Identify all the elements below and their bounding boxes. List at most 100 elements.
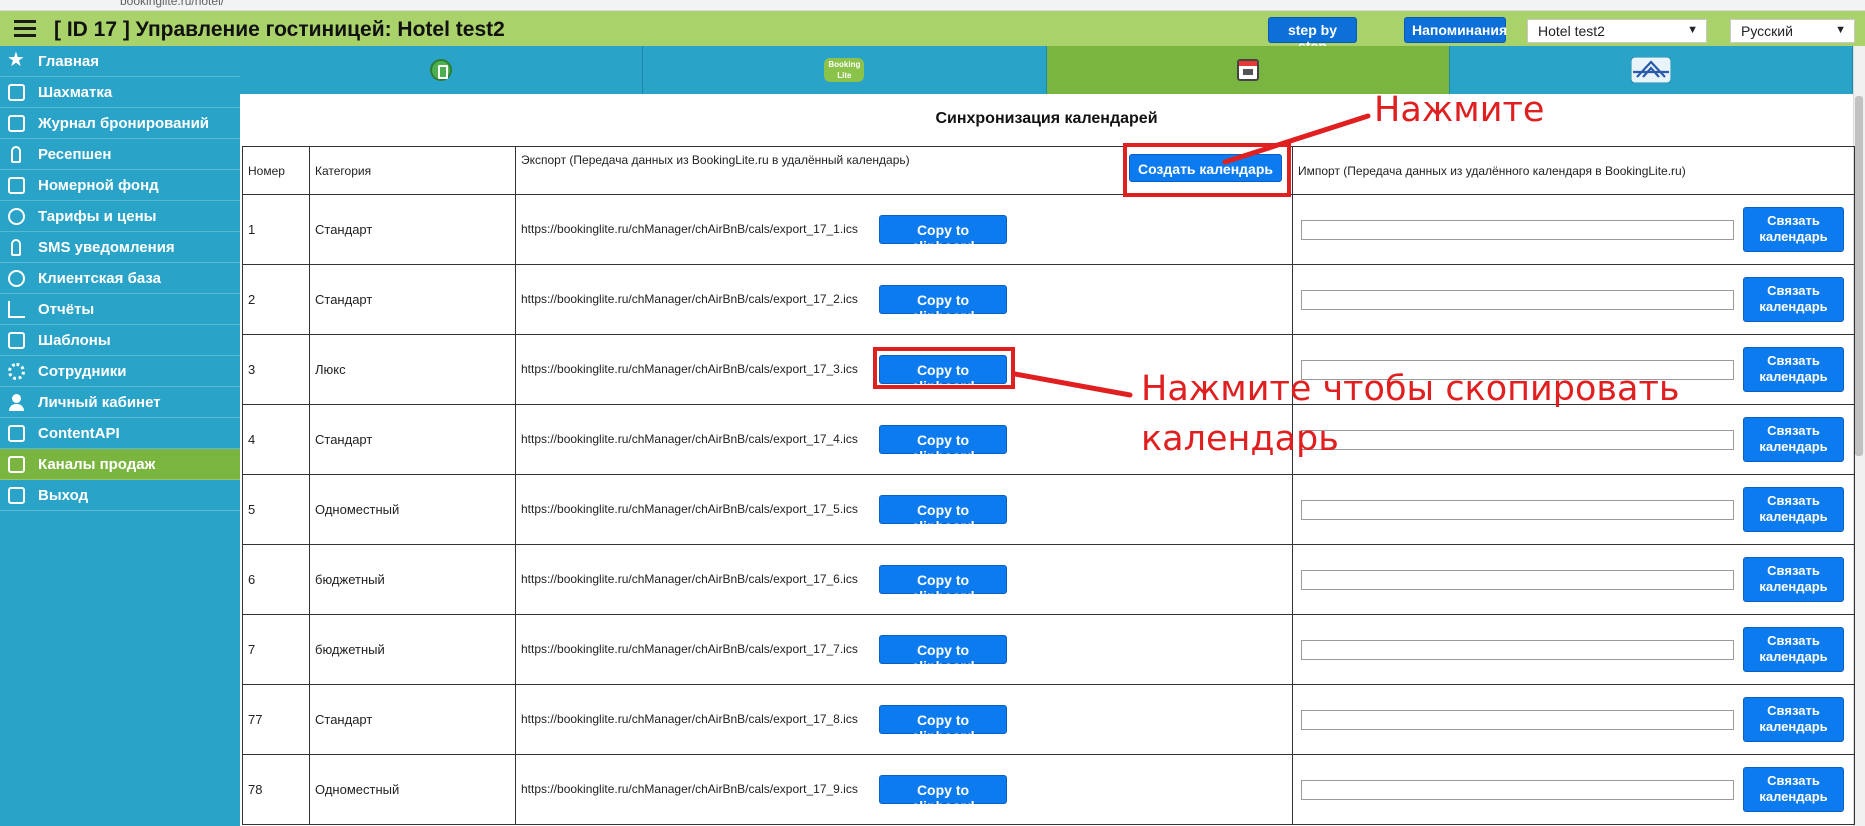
row-category: Одноместный bbox=[309, 754, 516, 825]
page-title: [ ID 17 ] Управление гостиницей: Hotel t… bbox=[54, 18, 505, 41]
import-url-input[interactable] bbox=[1301, 780, 1734, 800]
sidebar-item-channels[interactable]: Каналы продаж bbox=[0, 449, 240, 480]
sidebar-item-label: Шаблоны bbox=[38, 331, 111, 349]
export-url: https://bookinglite.ru/chManager/chAirBn… bbox=[521, 222, 858, 236]
sidebar-item-home[interactable]: Главная bbox=[0, 46, 240, 77]
copy-to-clipboard-button[interactable]: Copy to clipboard bbox=[879, 705, 1007, 744]
import-url-input[interactable] bbox=[1301, 570, 1734, 590]
menu-icon[interactable] bbox=[14, 20, 36, 38]
export-url: https://bookinglite.ru/chManager/chAirBn… bbox=[521, 432, 858, 446]
annotation-copy-line-1: Нажмите чтобы скопировать bbox=[1141, 369, 1680, 409]
import-url-input[interactable] bbox=[1301, 710, 1734, 730]
copy-to-clipboard-button[interactable]: Copy to clipboard bbox=[879, 425, 1007, 464]
row-number: 5 bbox=[242, 474, 310, 545]
link-calendar-button[interactable]: Связать календарь bbox=[1743, 277, 1844, 322]
tab-airbnb[interactable] bbox=[1449, 46, 1853, 94]
copy-to-clipboard-button[interactable]: Copy to clipboard bbox=[879, 635, 1007, 674]
reminders-button[interactable]: Напоминания bbox=[1404, 17, 1507, 43]
import-cell: Связать календарь bbox=[1292, 194, 1855, 265]
sidebar-item-label: Личный кабинет bbox=[38, 393, 161, 411]
link-calendar-button[interactable]: Связать календарь bbox=[1743, 347, 1844, 392]
row-category: Одноместный bbox=[309, 474, 516, 545]
link-calendar-button[interactable]: Связать календарь bbox=[1743, 487, 1844, 532]
sidebar-item-bookings[interactable]: Журнал бронирований bbox=[0, 108, 240, 139]
sidebar-item-templates[interactable]: Шаблоны bbox=[0, 325, 240, 356]
channel-tabs: Booking Lite bbox=[240, 46, 1853, 94]
row-category: Стандарт bbox=[309, 264, 516, 335]
sidebar-item-rooms[interactable]: Номерной фонд bbox=[0, 170, 240, 201]
annotation-press-label: Нажмите bbox=[1374, 90, 1545, 130]
link-calendar-button[interactable]: Связать календарь bbox=[1743, 627, 1844, 672]
export-cell: https://bookinglite.ru/chManager/chAirBn… bbox=[515, 474, 1293, 545]
chart-icon bbox=[8, 301, 25, 318]
sidebar-item-label: Сотрудники bbox=[38, 362, 127, 380]
import-url-input[interactable] bbox=[1301, 220, 1734, 240]
sidebar-item-reports[interactable]: Отчёты bbox=[0, 294, 240, 325]
table-row: 78 Одноместный https://bookinglite.ru/ch… bbox=[242, 754, 1855, 825]
copy-to-clipboard-button[interactable]: Copy to clipboard bbox=[879, 495, 1007, 534]
exit-icon bbox=[8, 487, 25, 504]
export-cell: https://bookinglite.ru/chManager/chAirBn… bbox=[515, 754, 1293, 825]
hotel-select[interactable]: Hotel test2 ▼ bbox=[1527, 19, 1707, 43]
sidebar-item-label: Отчёты bbox=[38, 300, 95, 318]
column-header-import: Импорт (Передача данных из удалённого ка… bbox=[1292, 146, 1855, 195]
phone-icon bbox=[11, 239, 21, 256]
link-calendar-button[interactable]: Связать календарь bbox=[1743, 207, 1844, 252]
sidebar-item-account[interactable]: Личный кабинет bbox=[0, 387, 240, 418]
export-url: https://bookinglite.ru/chManager/chAirBn… bbox=[521, 712, 858, 726]
import-url-input[interactable] bbox=[1301, 500, 1734, 520]
table-header-row: Номер Категория Экспорт (Передача данных… bbox=[242, 146, 1855, 195]
person-icon bbox=[8, 394, 25, 411]
annotation-copy-label: Нажмите чтобы скопировать календарь bbox=[1141, 364, 1679, 464]
browser-url[interactable]: bookinglite.ru/hotel/ bbox=[120, 0, 224, 8]
sidebar-item-label: Каналы продаж bbox=[38, 455, 156, 473]
sidebar-item-label: Клиентская база bbox=[38, 269, 161, 287]
export-url: https://bookinglite.ru/chManager/chAirBn… bbox=[521, 782, 858, 796]
table-row: 77 Стандарт https://bookinglite.ru/chMan… bbox=[242, 684, 1855, 755]
template-icon bbox=[8, 332, 25, 349]
sidebar-item-rates[interactable]: Тарифы и цены bbox=[0, 201, 240, 232]
tab-calendar[interactable] bbox=[1046, 46, 1450, 94]
row-number: 78 bbox=[242, 754, 310, 825]
annotation-highlight-create bbox=[1123, 143, 1291, 197]
link-calendar-button[interactable]: Связать календарь bbox=[1743, 697, 1844, 742]
import-cell: Связать календарь bbox=[1292, 684, 1855, 755]
copy-to-clipboard-button[interactable]: Copy to clipboard bbox=[879, 215, 1007, 254]
sidebar-item-label: Тарифы и цены bbox=[38, 207, 157, 225]
sidebar-item-chess[interactable]: Шахматка bbox=[0, 77, 240, 108]
export-cell: https://bookinglite.ru/chManager/chAirBn… bbox=[515, 614, 1293, 685]
table-row: 5 Одноместный https://bookinglite.ru/chM… bbox=[242, 474, 1855, 545]
table-row: 7 бюджетный https://bookinglite.ru/chMan… bbox=[242, 614, 1855, 685]
link-calendar-button[interactable]: Связать календарь bbox=[1743, 557, 1844, 602]
sidebar-item-label: Главная bbox=[38, 52, 100, 70]
copy-to-clipboard-button[interactable]: Copy to clipboard bbox=[879, 775, 1007, 814]
column-header-number: Номер bbox=[242, 146, 310, 195]
language-select[interactable]: Русский ▼ bbox=[1730, 19, 1855, 43]
sidebar-item-clients[interactable]: Клиентская база bbox=[0, 263, 240, 294]
copy-to-clipboard-button[interactable]: Copy to clipboard bbox=[879, 285, 1007, 324]
dropdown-arrow-icon: ▼ bbox=[1687, 24, 1698, 36]
link-calendar-button[interactable]: Связать календарь bbox=[1743, 417, 1844, 462]
reception-icon bbox=[11, 146, 21, 163]
step-by-step-button[interactable]: step by step bbox=[1268, 17, 1357, 54]
import-url-input[interactable] bbox=[1301, 290, 1734, 310]
sidebar-item-reception[interactable]: Ресепшен bbox=[0, 139, 240, 170]
import-url-input[interactable] bbox=[1301, 640, 1734, 660]
link-calendar-button[interactable]: Связать календарь bbox=[1743, 767, 1844, 812]
scrollbar-thumb[interactable] bbox=[1855, 96, 1863, 456]
sidebar-item-sms[interactable]: SMS уведомления bbox=[0, 232, 240, 263]
sidebar-item-contentapi[interactable]: ContentAPI bbox=[0, 418, 240, 449]
export-header-label: Экспорт (Передача данных из BookingLite.… bbox=[521, 153, 910, 167]
row-number: 7 bbox=[242, 614, 310, 685]
journal-icon bbox=[8, 115, 25, 132]
sidebar-item-exit[interactable]: Выход bbox=[0, 480, 240, 511]
tab-bookinglite[interactable]: Booking Lite bbox=[643, 46, 1047, 94]
row-number: 6 bbox=[242, 544, 310, 615]
tab-booking[interactable] bbox=[240, 46, 644, 94]
row-category: Стандарт bbox=[309, 194, 516, 265]
board-icon bbox=[8, 84, 25, 101]
import-cell: Связать календарь bbox=[1292, 544, 1855, 615]
copy-to-clipboard-button[interactable]: Copy to clipboard bbox=[879, 565, 1007, 604]
client-icon bbox=[8, 270, 25, 287]
sidebar-item-staff[interactable]: Сотрудники bbox=[0, 356, 240, 387]
